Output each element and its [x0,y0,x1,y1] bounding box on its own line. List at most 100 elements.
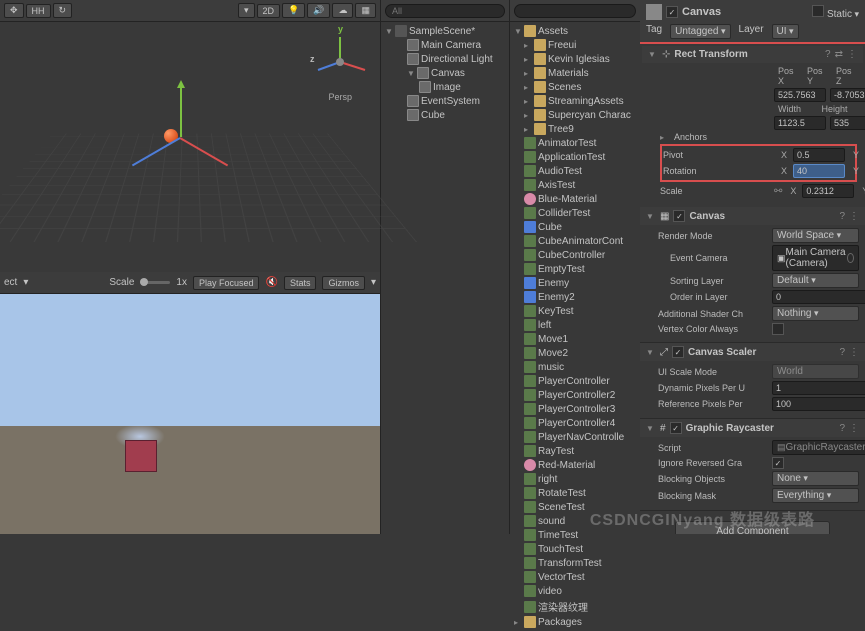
project-item[interactable]: VectorTest [510,570,640,584]
axis-y[interactable] [180,82,182,137]
project-item[interactable]: TransformTest [510,556,640,570]
hierarchy-item[interactable]: EventSystem [381,94,509,108]
project-item[interactable]: ▸Scenes [510,80,640,94]
project-item[interactable]: PlayerController3 [510,402,640,416]
mode-2d-toggle[interactable]: 2D [257,4,281,18]
project-item[interactable]: music [510,360,640,374]
scale-slider[interactable] [140,281,170,284]
hierarchy-item[interactable]: ▼Canvas [381,66,509,80]
pivotx-input[interactable] [793,148,845,162]
project-item[interactable]: KeyTest [510,304,640,318]
menu-icon[interactable]: ⋮ [849,347,859,358]
scene-root[interactable]: ▼SampleScene* [381,24,509,38]
project-item[interactable]: ▸Supercyan Charac [510,108,640,122]
vertex-color-checkbox[interactable] [772,323,784,335]
project-item[interactable]: CubeController [510,248,640,262]
project-item[interactable]: PlayerController4 [510,416,640,430]
project-item[interactable]: PlayerNavControlle [510,430,640,444]
project-item[interactable]: Cube [510,220,640,234]
project-item[interactable]: 渲染器纹理 [510,598,640,615]
component-header[interactable]: ▼#Graphic Raycaster? ⋮ [640,419,865,437]
project-item[interactable]: Enemy [510,276,640,290]
menu-icon[interactable]: ⋮ [849,211,859,222]
component-enable-checkbox[interactable] [673,210,685,222]
layer-dropdown[interactable]: UI ▾ [772,24,799,39]
project-item[interactable]: video [510,584,640,598]
hierarchy-item[interactable]: Main Camera [381,38,509,52]
rotx-input[interactable] [793,164,845,178]
help-icon[interactable]: ? [839,347,845,358]
dynamic-pixels-input[interactable] [772,381,865,395]
light-icon[interactable]: 💡 [282,3,305,18]
shaded-dropdown[interactable]: ▾ [238,3,255,18]
scalex-input[interactable] [802,184,854,198]
blocking-objects-dropdown[interactable]: None ▾ [772,471,859,486]
grid-icon[interactable]: ▦ [355,3,376,18]
menu-icon[interactable]: ⋮ [849,423,859,434]
project-item[interactable]: ▼Assets [510,24,640,38]
gizmos-toggle[interactable]: Gizmos [322,276,365,290]
help-icon[interactable]: ? [839,211,845,222]
component-enable-checkbox[interactable] [672,346,684,358]
render-mode-dropdown[interactable]: World Space ▾ [772,228,859,243]
project-item[interactable]: RayTest [510,444,640,458]
hierarchy-item[interactable]: Directional Light [381,52,509,66]
anchors-label[interactable]: Anchors [674,132,784,142]
link-icon[interactable]: ⚯ [774,186,782,197]
shader-channels-dropdown[interactable]: Nothing ▾ [772,306,859,321]
object-picker-icon[interactable] [847,253,854,263]
hierarchy-item[interactable]: Cube [381,108,509,122]
fx-icon[interactable]: ☁ [332,3,353,18]
ignore-reversed-checkbox[interactable] [772,457,784,469]
active-checkbox[interactable] [666,6,678,18]
project-item[interactable]: RotateTest [510,486,640,500]
event-camera-field[interactable]: ▣ Main Camera (Camera) [772,245,859,271]
help-icon[interactable]: ? [839,423,845,434]
tool-hh[interactable]: HH [26,4,51,18]
project-item[interactable]: ▸StreamingAssets [510,94,640,108]
project-item[interactable]: CubeAnimatorCont [510,234,640,248]
project-item[interactable]: right [510,472,640,486]
component-header[interactable]: ▼⊹ Rect Transform ? ⇄ ⋮ [642,46,863,63]
component-enable-checkbox[interactable] [670,422,682,434]
project-item[interactable]: Red-Material [510,458,640,472]
stats-toggle[interactable]: Stats [284,276,317,290]
hierarchy-item[interactable]: Image [381,80,509,94]
project-item[interactable]: TimeTest [510,528,640,542]
add-component-button[interactable]: Add Component [675,521,829,534]
perspective-label[interactable]: Persp [328,92,352,102]
component-header[interactable]: ▼▦Canvas? ⋮ [640,207,865,225]
sorting-layer-dropdown[interactable]: Default ▾ [772,273,859,288]
play-focused-dropdown[interactable]: Play Focused [193,276,260,290]
order-input[interactable] [772,290,865,304]
tool-hand-icon[interactable]: ✥ [4,3,24,18]
project-item[interactable]: EmptyTest [510,262,640,276]
hierarchy-search-input[interactable] [385,4,505,18]
static-checkbox[interactable] [812,5,824,17]
posx-input[interactable] [774,88,826,102]
project-item[interactable]: SceneTest [510,500,640,514]
project-search-input[interactable] [514,4,636,18]
project-item[interactable]: Move1 [510,332,640,346]
project-item[interactable]: TouchTest [510,542,640,556]
scene-viewport[interactable]: y z Persp [0,22,380,272]
height-input[interactable] [830,116,865,130]
project-item[interactable]: Enemy2 [510,290,640,304]
tag-dropdown[interactable]: Untagged ▾ [670,24,730,39]
project-item[interactable]: ColliderTest [510,206,640,220]
help-icon[interactable]: ? [825,49,831,60]
project-item[interactable]: ApplicationTest [510,150,640,164]
posy-input[interactable] [830,88,865,102]
preset-icon[interactable]: ⇄ [835,49,843,60]
object-name[interactable]: Canvas [682,6,721,18]
component-header[interactable]: ▼⤢Canvas Scaler? ⋮ [640,343,865,361]
mute-icon[interactable]: 🔇 [265,277,277,288]
project-item[interactable]: AudioTest [510,164,640,178]
project-item[interactable]: PlayerController [510,374,640,388]
project-item[interactable]: ▸Kevin Iglesias [510,52,640,66]
aspect-label[interactable]: ect [4,277,17,288]
width-input[interactable] [774,116,826,130]
blocking-mask-dropdown[interactable]: Everything ▾ [772,488,859,503]
project-item[interactable]: sound [510,514,640,528]
project-item[interactable]: AxisTest [510,178,640,192]
